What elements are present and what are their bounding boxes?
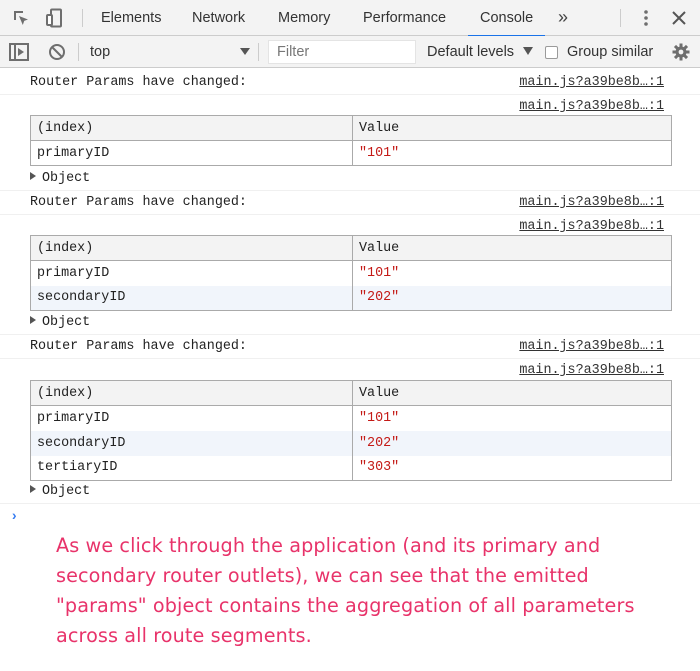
expand-triangle-icon[interactable]	[30, 172, 36, 180]
group-similar-checkbox[interactable]	[545, 46, 558, 59]
object-label: Object	[42, 484, 91, 499]
column-header-value[interactable]: Value	[352, 235, 672, 261]
object-label: Object	[42, 171, 91, 186]
toolbar-separator	[78, 43, 79, 61]
inspect-element-icon[interactable]	[10, 0, 32, 36]
column-header-index[interactable]: (index)	[30, 115, 353, 141]
table-cell-index: secondaryID	[30, 285, 353, 311]
table-cell-index: primaryID	[30, 405, 353, 431]
expand-triangle-icon[interactable]	[30, 485, 36, 493]
table-cell-value: "101"	[352, 260, 672, 286]
object-row: Object	[0, 169, 700, 191]
table-header-row: (index) Value	[30, 380, 672, 406]
tab-console[interactable]: Console	[467, 0, 546, 37]
tab-elements[interactable]: Elements	[101, 0, 161, 36]
tab-memory[interactable]: Memory	[278, 0, 330, 36]
devtools-tab-bar: Elements Network Memory Performance Cons…	[0, 0, 700, 37]
console-table: (index) Value primaryID "101"	[30, 115, 672, 166]
source-link[interactable]: main.js?a39be8b…:1	[519, 219, 664, 234]
log-entry: Router Params have changed: main.js?a39b…	[0, 191, 700, 215]
table-row: primaryID "101"	[30, 260, 672, 286]
table-cell-value: "202"	[352, 285, 672, 311]
column-header-value[interactable]: Value	[352, 115, 672, 141]
table-row: secondaryID "202"	[30, 285, 672, 311]
log-message: Router Params have changed:	[30, 75, 247, 90]
log-message: Router Params have changed:	[30, 195, 247, 210]
log-entry: Router Params have changed: main.js?a39b…	[0, 335, 700, 359]
show-sidebar-icon[interactable]	[8, 36, 30, 68]
log-message: Router Params have changed:	[30, 339, 247, 354]
console-table: (index) Value primaryID "101" secondaryI…	[30, 380, 672, 481]
execution-context-select[interactable]: top	[90, 36, 110, 68]
device-toolbar-icon[interactable]	[44, 0, 66, 36]
expand-triangle-icon[interactable]	[30, 316, 36, 324]
console-prompt[interactable]: ›	[10, 509, 18, 525]
log-levels-select[interactable]: Default levels	[427, 36, 514, 68]
table-cell-value: "101"	[352, 405, 672, 431]
table-row: primaryID "101"	[30, 405, 672, 431]
object-row: Object	[0, 313, 700, 335]
clear-console-icon[interactable]	[46, 36, 68, 68]
source-link[interactable]: main.js?a39be8b…:1	[519, 195, 664, 210]
chevron-down-icon[interactable]	[240, 48, 250, 55]
object-toggle[interactable]: Object	[30, 484, 90, 499]
source-link[interactable]: main.js?a39be8b…:1	[519, 99, 664, 114]
filter-input[interactable]	[268, 40, 416, 64]
source-link[interactable]: main.js?a39be8b…:1	[519, 339, 664, 354]
close-icon[interactable]	[668, 0, 690, 36]
table-row: primaryID "101"	[30, 140, 672, 166]
tab-separator	[620, 9, 621, 27]
table-cell-index: tertiaryID	[30, 455, 353, 481]
table-cell-value: "303"	[352, 455, 672, 481]
group-similar-label: Group similar	[567, 44, 654, 60]
console-toolbar: top Default levels Group similar	[0, 36, 700, 68]
more-tabs-button[interactable]: »	[558, 0, 568, 36]
toolbar-separator	[258, 43, 259, 61]
tab-performance[interactable]: Performance	[363, 0, 446, 36]
gear-icon[interactable]	[670, 36, 692, 68]
table-header-row: (index) Value	[30, 235, 672, 261]
object-label: Object	[42, 315, 91, 330]
table-cell-value: "202"	[352, 430, 672, 456]
source-link[interactable]: main.js?a39be8b…:1	[519, 75, 664, 90]
column-header-index[interactable]: (index)	[30, 235, 353, 261]
table-cell-index: primaryID	[30, 260, 353, 286]
object-row: Object	[0, 482, 700, 504]
tab-network[interactable]: Network	[192, 0, 245, 36]
kebab-menu-icon[interactable]	[636, 0, 656, 36]
table-cell-index: secondaryID	[30, 430, 353, 456]
column-header-index[interactable]: (index)	[30, 380, 353, 406]
log-entry: Router Params have changed: main.js?a39b…	[0, 71, 700, 95]
source-link[interactable]: main.js?a39be8b…:1	[519, 363, 664, 378]
console-table: (index) Value primaryID "101" secondaryI…	[30, 235, 672, 311]
chevron-down-icon[interactable]	[523, 47, 533, 55]
column-header-value[interactable]: Value	[352, 380, 672, 406]
object-toggle[interactable]: Object	[30, 171, 90, 186]
tab-separator	[82, 9, 83, 27]
table-header-row: (index) Value	[30, 115, 672, 141]
table-row: secondaryID "202"	[30, 430, 672, 456]
table-cell-value: "101"	[352, 140, 672, 166]
object-toggle[interactable]: Object	[30, 315, 90, 330]
console-output: Router Params have changed: main.js?a39b…	[0, 69, 700, 671]
table-row: tertiaryID "303"	[30, 455, 672, 481]
annotation-text: As we click through the application (and…	[56, 534, 635, 647]
table-cell-index: primaryID	[30, 140, 353, 166]
